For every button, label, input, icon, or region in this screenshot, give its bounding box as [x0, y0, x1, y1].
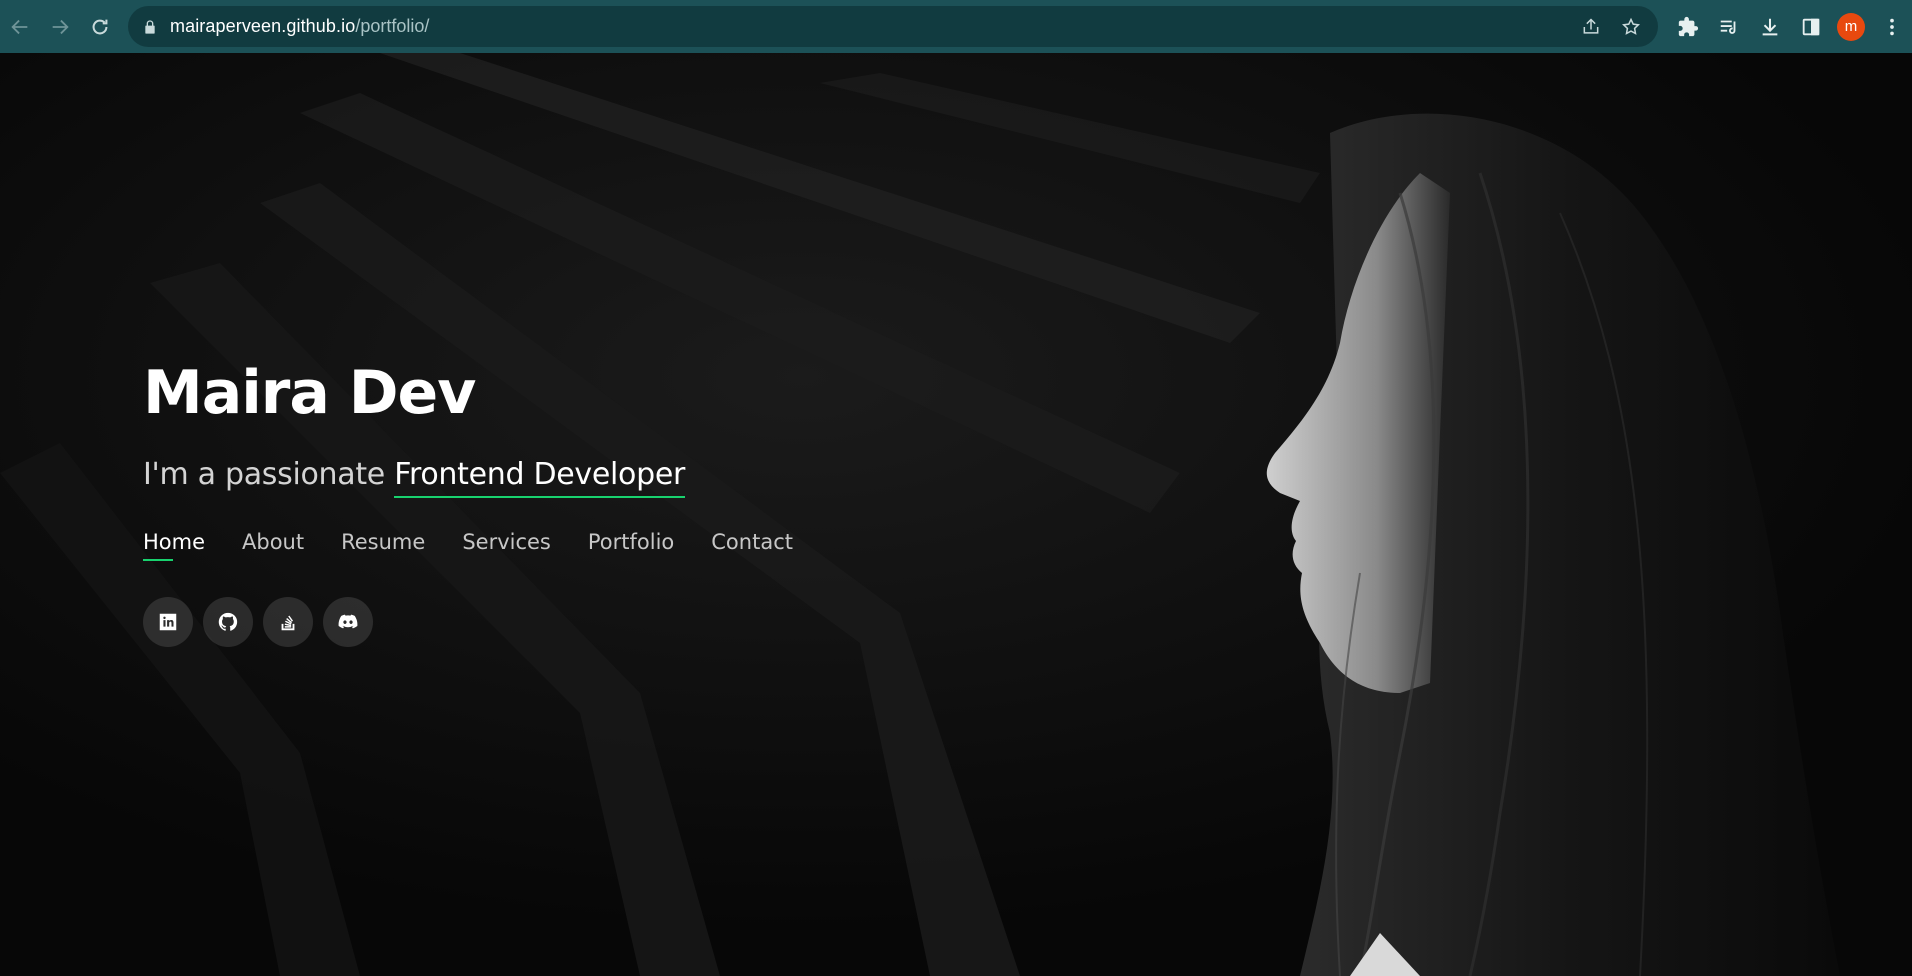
extensions-button[interactable]	[1667, 6, 1708, 47]
bookmark-button[interactable]	[1614, 10, 1648, 44]
star-icon	[1622, 17, 1640, 35]
share-button[interactable]	[1574, 10, 1608, 44]
profile-avatar[interactable]: m	[1837, 12, 1865, 41]
kebab-menu-icon	[1889, 18, 1894, 35]
downloads-button[interactable]	[1749, 6, 1790, 47]
menu-button[interactable]	[1871, 6, 1912, 47]
nav-item-about[interactable]: About	[242, 530, 304, 561]
hero-section: Maira Dev I'm a passionate Frontend Deve…	[0, 53, 1912, 976]
download-icon	[1762, 18, 1777, 35]
arrow-left-icon	[11, 19, 28, 34]
social-links	[143, 597, 793, 647]
url-host: mairaperveen.github.io	[170, 16, 356, 36]
reading-list-button[interactable]	[1708, 6, 1749, 47]
side-panel-icon	[1802, 18, 1819, 35]
lock-icon	[145, 19, 155, 34]
hero-content: Maira Dev I'm a passionate Frontend Deve…	[143, 363, 793, 647]
share-icon	[1583, 17, 1599, 34]
nav-item-contact[interactable]: Contact	[711, 530, 793, 561]
hero-name: Maira Dev	[143, 358, 476, 428]
github-link[interactable]	[203, 597, 253, 647]
browser-toolbar: mairaperveen.github.io/portfolio/ m	[0, 0, 1912, 53]
github-icon	[218, 612, 238, 631]
puzzle-icon	[1678, 16, 1698, 36]
tagline-prefix: I'm a passionate	[143, 457, 395, 492]
nav-item-services[interactable]: Services	[462, 530, 551, 561]
reload-button[interactable]	[80, 7, 120, 47]
nav-item-resume[interactable]: Resume	[341, 530, 425, 561]
discord-link[interactable]	[323, 597, 373, 647]
back-button[interactable]	[0, 7, 40, 47]
linkedin-icon	[159, 613, 177, 631]
discord-icon	[338, 614, 358, 629]
address-bar[interactable]: mairaperveen.github.io/portfolio/	[128, 6, 1658, 47]
nav-item-portfolio[interactable]: Portfolio	[588, 530, 674, 561]
stackoverflow-icon	[281, 615, 295, 631]
forward-button[interactable]	[40, 7, 80, 47]
nav-item-home[interactable]: Home	[143, 530, 205, 561]
side-panel-button[interactable]	[1790, 6, 1831, 47]
stackoverflow-link[interactable]	[263, 597, 313, 647]
arrow-right-icon	[52, 19, 69, 34]
reload-icon	[92, 19, 108, 34]
linkedin-link[interactable]	[143, 597, 193, 647]
url-path: /portfolio/	[355, 16, 430, 36]
main-nav: Home About Resume Services Portfolio Con…	[143, 530, 793, 561]
tagline-typed-role: Frontend Developer	[394, 457, 685, 498]
playlist-icon	[1720, 20, 1735, 34]
hero-tagline: I'm a passionate Frontend Developer	[143, 457, 793, 498]
